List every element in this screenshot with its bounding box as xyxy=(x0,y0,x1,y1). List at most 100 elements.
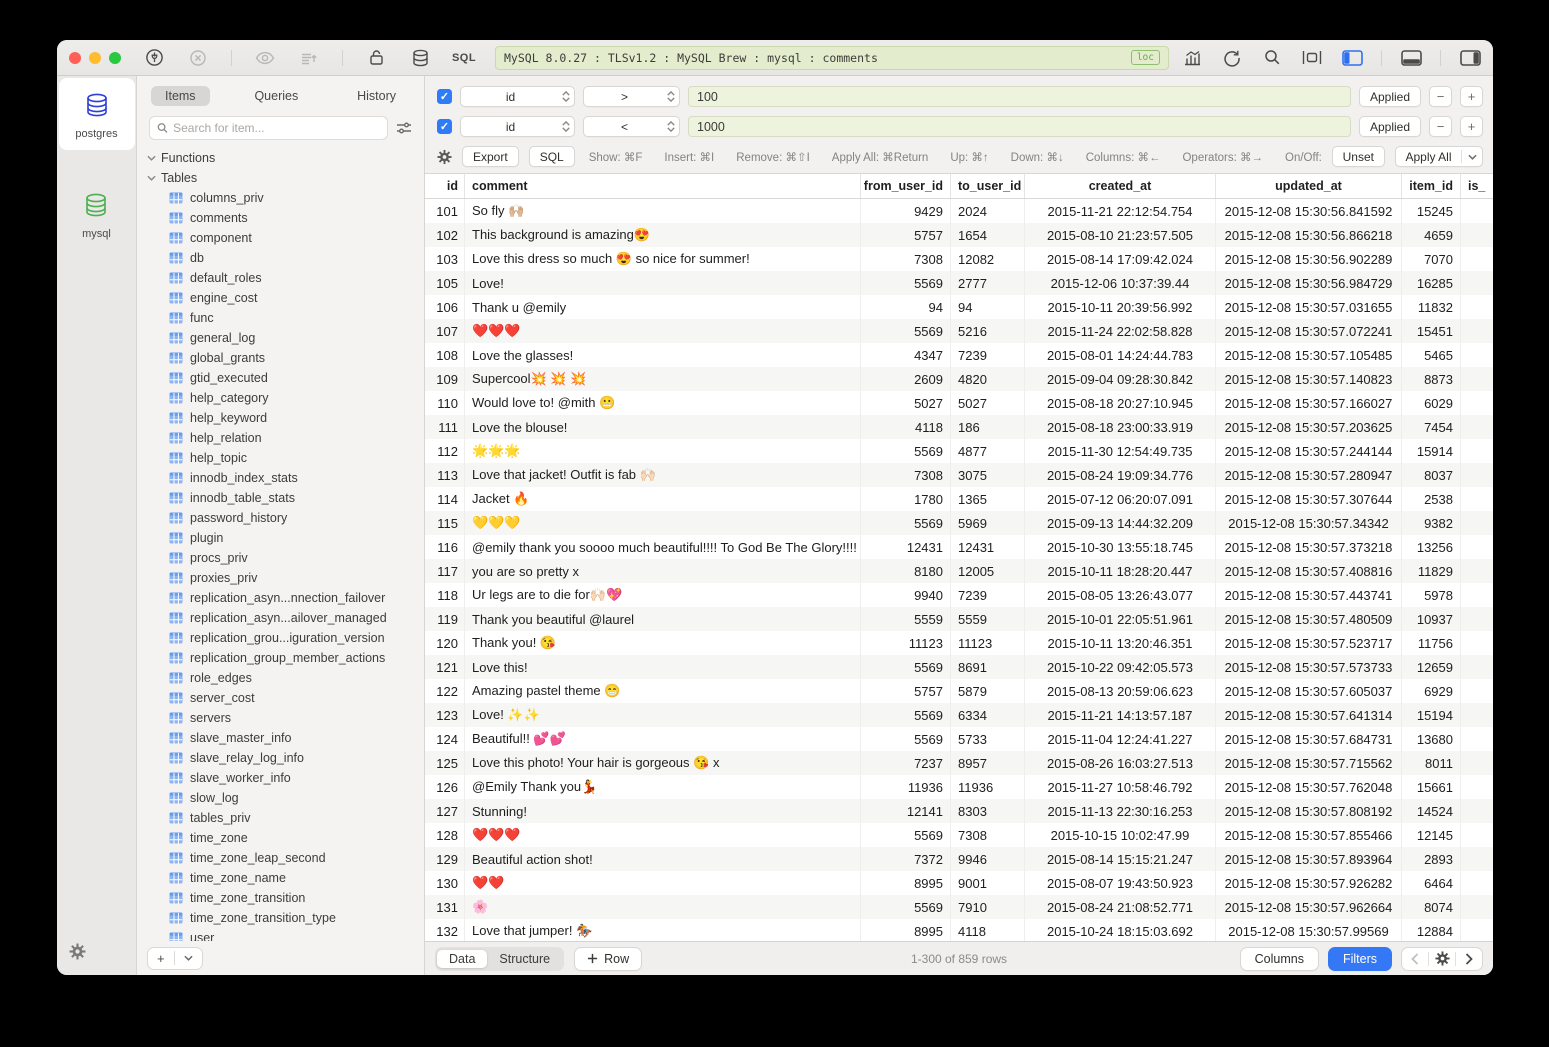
cell-from_user_id[interactable]: 5559 xyxy=(861,607,951,631)
table-row[interactable]: 114Jacket 🔥178013652015-07-12 06:20:07.0… xyxy=(425,487,1493,511)
cell-comment[interactable]: Love this dress so much 😍 so nice for su… xyxy=(465,247,861,271)
cell-to_user_id[interactable]: 7239 xyxy=(951,583,1025,607)
cell-created_at[interactable]: 2015-10-24 18:15:03.692 xyxy=(1025,919,1216,941)
sidebar-table-item[interactable]: replication_asyn...ailover_managed xyxy=(147,608,424,628)
cell-updated_at[interactable]: 2015-12-08 15:30:57.280947 xyxy=(1216,463,1402,487)
cell-is_[interactable] xyxy=(1461,895,1493,919)
cell-comment[interactable]: So fly 🙌🏼 xyxy=(465,199,861,223)
search-icon[interactable] xyxy=(1261,48,1283,68)
cell-from_user_id[interactable]: 1780 xyxy=(861,487,951,511)
connection-postgres[interactable]: postgres xyxy=(59,78,135,150)
cell-updated_at[interactable]: 2015-12-08 15:30:57.99569 xyxy=(1216,919,1402,941)
sidebar-table-item[interactable]: comments xyxy=(147,208,424,228)
cell-item_id[interactable]: 12659 xyxy=(1402,655,1461,679)
cell-created_at[interactable]: 2015-08-18 23:00:33.919 xyxy=(1025,415,1216,439)
cell-to_user_id[interactable]: 94 xyxy=(951,295,1025,319)
cell-to_user_id[interactable]: 8691 xyxy=(951,655,1025,679)
table-row[interactable]: 112🌟🌟🌟556948772015-11-30 12:54:49.735201… xyxy=(425,439,1493,463)
table-row[interactable]: 128❤️❤️❤️556973082015-10-15 10:02:47.992… xyxy=(425,823,1493,847)
table-row[interactable]: 124Beautiful!! 💕💕556957332015-11-04 12:2… xyxy=(425,727,1493,751)
sidebar-table-item[interactable]: replication_asyn...nnection_failover xyxy=(147,588,424,608)
cell-item_id[interactable]: 8074 xyxy=(1402,895,1461,919)
cell-updated_at[interactable]: 2015-12-08 15:30:57.203625 xyxy=(1216,415,1402,439)
cell-created_at[interactable]: 2015-08-13 20:59:06.623 xyxy=(1025,679,1216,703)
cell-item_id[interactable]: 15245 xyxy=(1402,199,1461,223)
cell-comment[interactable]: ❤️❤️❤️ xyxy=(465,319,861,343)
sidebar-table-item[interactable]: time_zone_name xyxy=(147,868,424,888)
cell-updated_at[interactable]: 2015-12-08 15:30:57.962664 xyxy=(1216,895,1402,919)
sidebar-table-item[interactable]: db xyxy=(147,248,424,268)
sidebar-table-item[interactable]: slave_relay_log_info xyxy=(147,748,424,768)
add-filter-button[interactable]: + xyxy=(1460,86,1483,107)
sidebar-table-item[interactable]: global_grants xyxy=(147,348,424,368)
sidebar-table-item[interactable]: time_zone xyxy=(147,828,424,848)
next-page-button[interactable] xyxy=(1456,948,1482,970)
cell-created_at[interactable]: 2015-10-11 13:20:46.351 xyxy=(1025,631,1216,655)
cell-item_id[interactable]: 2893 xyxy=(1402,847,1461,871)
cell-item_id[interactable]: 11756 xyxy=(1402,631,1461,655)
cell-created_at[interactable]: 2015-11-27 10:58:46.792 xyxy=(1025,775,1216,799)
sidebar-table-item[interactable]: help_category xyxy=(147,388,424,408)
cell-comment[interactable]: Love this! xyxy=(465,655,861,679)
filter-enabled-checkbox[interactable]: ✓ xyxy=(437,119,452,134)
column-header-item_id[interactable]: item_id xyxy=(1402,174,1461,198)
cell-comment[interactable]: Love that jacket! Outfit is fab 🙌🏻 xyxy=(465,463,861,487)
cell-is_[interactable] xyxy=(1461,199,1493,223)
cell-created_at[interactable]: 2015-08-07 19:43:50.923 xyxy=(1025,871,1216,895)
cell-created_at[interactable]: 2015-10-30 13:55:18.745 xyxy=(1025,535,1216,559)
cell-created_at[interactable]: 2015-11-21 14:13:57.187 xyxy=(1025,703,1216,727)
open-sql-editor-button[interactable]: SQL xyxy=(453,48,475,68)
cell-updated_at[interactable]: 2015-12-08 15:30:57.373218 xyxy=(1216,535,1402,559)
cell-item_id[interactable]: 15451 xyxy=(1402,319,1461,343)
cell-from_user_id[interactable]: 12431 xyxy=(861,535,951,559)
sidebar-table-item[interactable]: replication_group_member_actions xyxy=(147,648,424,668)
sidebar-table-item[interactable]: innodb_table_stats xyxy=(147,488,424,508)
cell-from_user_id[interactable]: 9940 xyxy=(861,583,951,607)
filter-options-icon[interactable] xyxy=(396,121,412,135)
table-row[interactable]: 119Thank you beautiful @laurel5559555920… xyxy=(425,607,1493,631)
connection-plug-icon[interactable] xyxy=(143,48,165,68)
cell-is_[interactable] xyxy=(1461,271,1493,295)
column-header-updated_at[interactable]: updated_at xyxy=(1216,174,1402,198)
cell-to_user_id[interactable]: 6334 xyxy=(951,703,1025,727)
cell-item_id[interactable]: 10937 xyxy=(1402,607,1461,631)
table-row[interactable]: 103Love this dress so much 😍 so nice for… xyxy=(425,247,1493,271)
cell-updated_at[interactable]: 2015-12-08 15:30:57.34342 xyxy=(1216,511,1402,535)
cell-is_[interactable] xyxy=(1461,631,1493,655)
cell-updated_at[interactable]: 2015-12-08 15:30:57.105485 xyxy=(1216,343,1402,367)
cell-from_user_id[interactable]: 5757 xyxy=(861,679,951,703)
filter-settings-gear-icon[interactable] xyxy=(437,149,452,165)
cell-id[interactable]: 105 xyxy=(425,271,465,295)
lock-icon[interactable] xyxy=(365,48,387,68)
cell-to_user_id[interactable]: 5559 xyxy=(951,607,1025,631)
cell-comment[interactable]: Jacket 🔥 xyxy=(465,487,861,511)
cell-to_user_id[interactable]: 9946 xyxy=(951,847,1025,871)
sidebar-table-item[interactable]: slave_master_info xyxy=(147,728,424,748)
cell-comment[interactable]: Thank u @emily xyxy=(465,295,861,319)
sidebar-table-item[interactable]: servers xyxy=(147,708,424,728)
cell-updated_at[interactable]: 2015-12-08 15:30:57.408816 xyxy=(1216,559,1402,583)
cell-comment[interactable]: @Emily Thank you💃 xyxy=(465,775,861,799)
filter-operator-select[interactable]: < xyxy=(583,116,680,137)
cell-is_[interactable] xyxy=(1461,439,1493,463)
cell-created_at[interactable]: 2015-10-11 18:28:20.447 xyxy=(1025,559,1216,583)
cell-item_id[interactable]: 6029 xyxy=(1402,391,1461,415)
cell-updated_at[interactable]: 2015-12-08 15:30:57.140823 xyxy=(1216,367,1402,391)
cell-created_at[interactable]: 2015-09-04 09:28:30.842 xyxy=(1025,367,1216,391)
toggle-left-panel-icon[interactable] xyxy=(1341,48,1363,68)
cell-comment[interactable]: Beautiful!! 💕💕 xyxy=(465,727,861,751)
cell-item_id[interactable]: 5978 xyxy=(1402,583,1461,607)
cell-is_[interactable] xyxy=(1461,799,1493,823)
cell-item_id[interactable]: 4659 xyxy=(1402,223,1461,247)
cell-is_[interactable] xyxy=(1461,703,1493,727)
cell-comment[interactable]: Love! xyxy=(465,271,861,295)
cell-updated_at[interactable]: 2015-12-08 15:30:57.605037 xyxy=(1216,679,1402,703)
cell-updated_at[interactable]: 2015-12-08 15:30:57.031655 xyxy=(1216,295,1402,319)
cell-created_at[interactable]: 2015-12-06 10:37:39.44 xyxy=(1025,271,1216,295)
cell-from_user_id[interactable]: 5569 xyxy=(861,823,951,847)
cell-id[interactable]: 108 xyxy=(425,343,465,367)
sidebar-table-item[interactable]: help_keyword xyxy=(147,408,424,428)
cell-comment[interactable]: you are so pretty x xyxy=(465,559,861,583)
close-window-button[interactable] xyxy=(69,52,81,64)
cell-id[interactable]: 125 xyxy=(425,751,465,775)
